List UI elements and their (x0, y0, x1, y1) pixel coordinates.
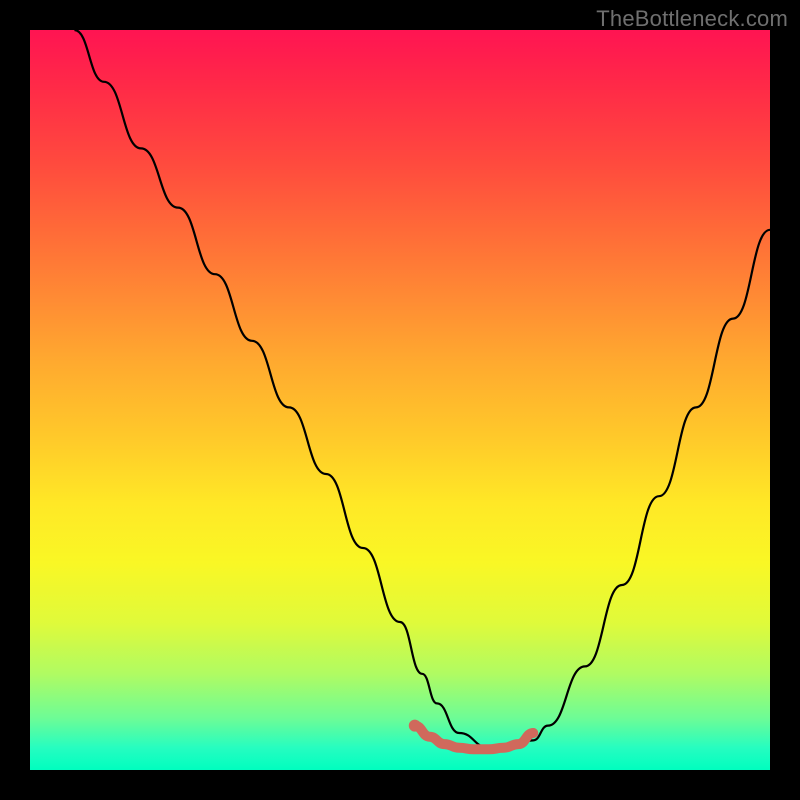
chart-overlay (30, 30, 770, 770)
critical-band-dot-right (528, 728, 538, 738)
critical-band-dot-left (409, 720, 421, 732)
curve-line (74, 30, 770, 748)
chart-container: TheBottleneck.com (0, 0, 800, 800)
watermark-text: TheBottleneck.com (596, 6, 788, 32)
plot-area (30, 30, 770, 770)
critical-band-line (415, 726, 533, 750)
